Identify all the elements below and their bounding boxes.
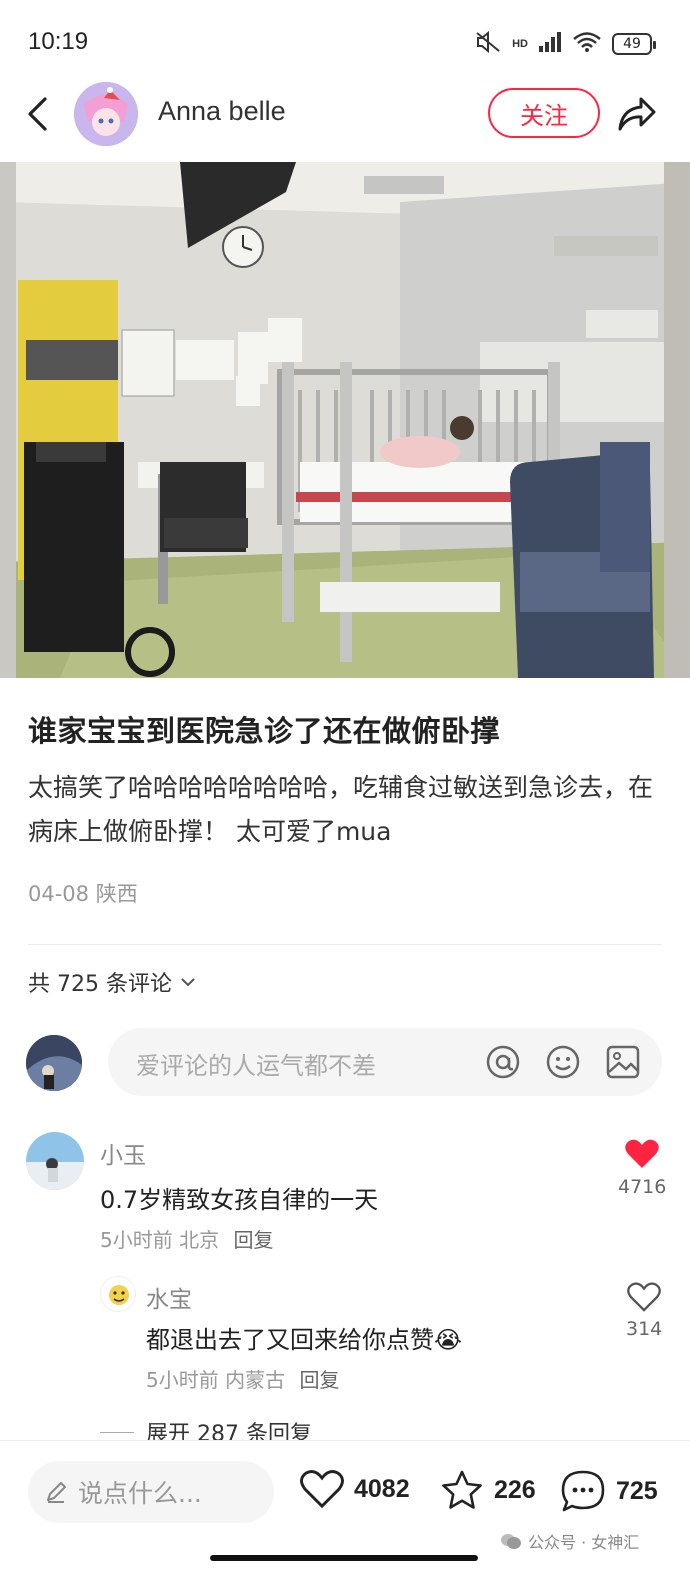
comment-input[interactable]: 爱评论的人运气都不差 bbox=[108, 1028, 662, 1096]
network-label: HD bbox=[512, 38, 528, 50]
share-icon bbox=[618, 97, 656, 131]
pencil-icon bbox=[47, 1482, 66, 1503]
wifi-icon bbox=[572, 31, 602, 57]
comment-text: 都退出去了又回来给你点赞😭 bbox=[146, 1320, 462, 1355]
post-meta: 04-08 陕西 bbox=[28, 882, 138, 906]
author-name[interactable]: Anna belle bbox=[158, 96, 286, 127]
wechat-icon bbox=[501, 1534, 521, 1549]
comment-like-count: 314 bbox=[626, 1318, 663, 1340]
star-icon bbox=[442, 1470, 482, 1509]
heart-icon bbox=[300, 1470, 344, 1509]
reply-button[interactable]: 回复 bbox=[233, 1228, 273, 1252]
comment-count-label: 共 725 条评论 bbox=[28, 972, 172, 997]
at-icon[interactable] bbox=[484, 1043, 522, 1081]
commenter-name[interactable]: 水宝 bbox=[146, 1280, 192, 1314]
my-avatar bbox=[26, 1035, 82, 1091]
comment-like-count: 4716 bbox=[618, 1176, 667, 1198]
say-something-placeholder: 说点什么... bbox=[78, 1479, 202, 1508]
commenter-avatar[interactable] bbox=[26, 1132, 84, 1190]
share-button[interactable] bbox=[614, 92, 660, 136]
battery-level: 49 bbox=[623, 36, 641, 52]
comment-count-sort[interactable]: 共 725 条评论 bbox=[28, 966, 196, 998]
status-icons: HD 49 bbox=[474, 30, 656, 58]
say-something-input[interactable]: 说点什么... bbox=[28, 1461, 274, 1523]
favorite-button[interactable]: 226 bbox=[440, 1469, 536, 1511]
heart-icon bbox=[627, 1282, 661, 1312]
heart-icon bbox=[625, 1139, 659, 1168]
comment-emoji: 😭 bbox=[434, 1326, 463, 1354]
post-photo[interactable] bbox=[0, 162, 690, 678]
post-body: 太搞笑了哈哈哈哈哈哈哈哈，吃辅食过敏送到急诊去，在病床上做俯卧撑！ 太可爱了mu… bbox=[28, 773, 654, 846]
back-icon bbox=[28, 97, 47, 131]
comment-time-location: 5小时前 北京 bbox=[100, 1228, 220, 1252]
bottom-action-bar: 说点什么... 4082 226 725 公众号 · 女神汇 bbox=[0, 1440, 690, 1572]
comment-button[interactable]: 725 bbox=[560, 1469, 658, 1513]
commenter-avatar[interactable] bbox=[100, 1276, 136, 1312]
comment-like-button[interactable]: 4716 bbox=[618, 1138, 666, 1198]
like-count: 4082 bbox=[354, 1474, 410, 1503]
comment-input-placeholder: 爱评论的人运气都不差 bbox=[136, 1052, 376, 1080]
mute-icon bbox=[474, 30, 502, 58]
reply-button[interactable]: 回复 bbox=[299, 1368, 339, 1392]
comment-meta: 5小时前 内蒙古 回复 bbox=[146, 1364, 339, 1393]
like-button[interactable]: 4082 bbox=[300, 1469, 410, 1509]
divider-line bbox=[100, 1431, 134, 1433]
status-time: 10:19 bbox=[28, 28, 89, 55]
comment-text: 0.7岁精致女孩自律的一天 bbox=[100, 1186, 379, 1214]
comment-meta: 5小时前 北京 回复 bbox=[100, 1224, 273, 1253]
watermark-text: 公众号 · 女神汇 bbox=[528, 1533, 640, 1552]
back-button[interactable] bbox=[20, 94, 54, 134]
image-icon[interactable] bbox=[604, 1043, 642, 1081]
chevron-down-icon bbox=[181, 978, 195, 987]
emoji-icon[interactable] bbox=[544, 1043, 582, 1081]
comment-icon bbox=[561, 1470, 605, 1512]
commenter-name[interactable]: 小玉 bbox=[100, 1136, 146, 1170]
divider bbox=[28, 944, 662, 945]
comment-count: 725 bbox=[616, 1476, 658, 1505]
battery-icon: 49 bbox=[612, 33, 656, 55]
comment-like-button[interactable]: 314 bbox=[626, 1282, 662, 1340]
author-avatar[interactable] bbox=[74, 82, 138, 146]
comment-time-location: 5小时前 内蒙古 bbox=[146, 1368, 286, 1392]
watermark: 公众号 · 女神汇 bbox=[500, 1529, 639, 1553]
comment-text-body: 都退出去了又回来给你点赞 bbox=[146, 1326, 434, 1354]
favorite-count: 226 bbox=[494, 1475, 536, 1504]
signal-icon bbox=[538, 32, 562, 56]
home-indicator bbox=[210, 1555, 478, 1561]
post-title: 谁家宝宝到医院急诊了还在做俯卧撑 bbox=[28, 714, 501, 748]
post-header: Anna belle 关注 bbox=[0, 80, 690, 160]
status-bar: 10:19 HD 49 bbox=[0, 0, 690, 80]
follow-button[interactable]: 关注 bbox=[488, 88, 600, 138]
